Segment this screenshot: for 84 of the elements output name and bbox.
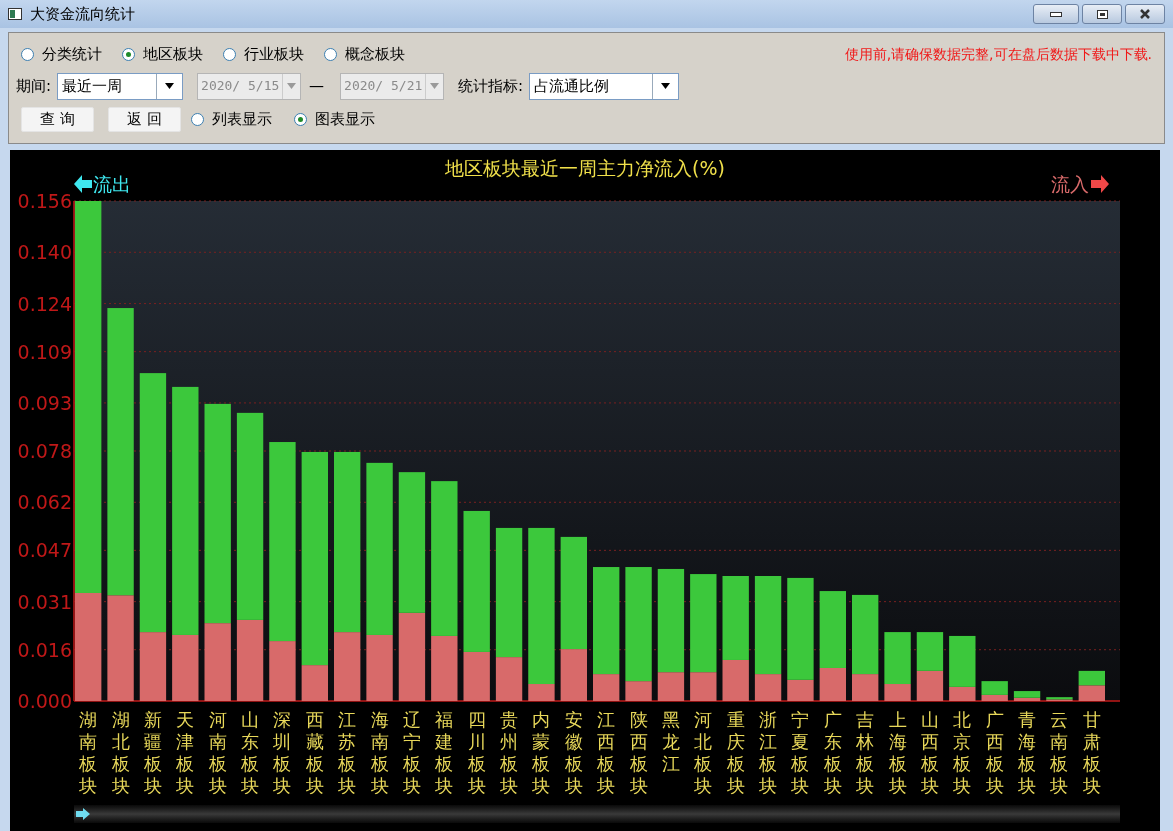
radio-option[interactable]: 列表显示 — [191, 107, 272, 131]
category-label: 贵州板块 — [500, 709, 519, 796]
bar — [1078, 685, 1105, 701]
category-label: 安徽板块 — [564, 709, 583, 796]
date-separator: — — [309, 75, 325, 97]
category-label: 西藏板块 — [305, 709, 324, 796]
app-icon — [8, 8, 22, 20]
radio-option[interactable]: 图表显示 — [294, 107, 375, 131]
metric-label: 统计指标: — [458, 75, 524, 97]
category-label: 陕西板块 — [629, 709, 648, 796]
radio-button[interactable] — [191, 112, 204, 126]
arrow-right-icon[interactable] — [76, 808, 90, 820]
category-label: 湖南板块 — [79, 709, 98, 796]
category-label: 四川板块 — [467, 709, 486, 796]
maximize-icon — [1096, 9, 1108, 19]
period-label: 期间: — [16, 75, 52, 97]
category-label: 北京板块 — [953, 709, 972, 796]
legend-label: 流入 — [1051, 173, 1089, 195]
radio-button[interactable] — [324, 47, 337, 61]
category-label: 广东板块 — [823, 709, 842, 796]
axis-label: 0.062 — [17, 491, 72, 514]
close-button[interactable] — [1125, 4, 1165, 24]
category-label: 辽宁板块 — [402, 709, 421, 796]
radio-button[interactable] — [223, 47, 236, 61]
category-label: 天津板块 — [176, 709, 195, 796]
category-label: 湖北板块 — [111, 709, 130, 796]
category-label: 广西板块 — [985, 709, 1004, 796]
radio-option[interactable]: 地区板块 — [122, 43, 203, 66]
category-label: 内蒙板块 — [532, 709, 551, 796]
category-label: 甘肃板块 — [1082, 709, 1101, 796]
radio-button[interactable] — [122, 47, 135, 61]
axis-label: 0.047 — [17, 539, 72, 562]
axis-label: 0.140 — [17, 241, 72, 264]
category-label: 吉林板块 — [856, 709, 875, 796]
category-label: 福建板块 — [435, 709, 454, 796]
category-label: 宁夏板块 — [791, 709, 810, 796]
radio-option[interactable]: 概念板块 — [324, 43, 405, 66]
category-label: 上海板块 — [888, 709, 907, 796]
category-label: 浙江板块 — [759, 709, 778, 796]
radio-button[interactable] — [21, 47, 34, 61]
category-label: 山西板块 — [920, 709, 939, 796]
action-button[interactable]: 查 询 — [21, 106, 94, 132]
bar — [916, 632, 944, 671]
category-label: 云南板块 — [1050, 709, 1069, 796]
caret-icon — [287, 83, 297, 89]
caret-icon — [165, 83, 175, 89]
scrollbar[interactable] — [74, 805, 1120, 823]
axis-label: 0.016 — [17, 638, 72, 661]
axis-label: 0.156 — [17, 190, 72, 212]
radio-option[interactable]: 行业板块 — [223, 43, 304, 66]
caret-icon — [430, 83, 440, 89]
notice-text: 使用前,请确保数据完整,可在盘后数据下载中下载. — [844, 44, 1152, 64]
axis-label: 0.109 — [17, 340, 72, 363]
axis-label: 0.078 — [17, 440, 72, 462]
category-label: 深圳板块 — [273, 709, 292, 796]
window-title: 大资金流向统计 — [30, 3, 135, 25]
radio-button[interactable] — [294, 112, 307, 126]
axis-label: 0.093 — [17, 391, 72, 414]
maximize-button[interactable] — [1082, 4, 1122, 24]
category-label: 江苏板块 — [338, 709, 357, 796]
caret-icon — [661, 83, 671, 89]
category-label: 黑龙江 — [661, 709, 680, 774]
legend-label: 流出 — [93, 173, 131, 195]
category-label: 河北板块 — [694, 709, 713, 796]
arrow-right-icon — [1091, 175, 1109, 193]
minimize-button[interactable] — [1033, 4, 1079, 24]
metric-dropdown[interactable]: 占流通比例 — [529, 72, 680, 100]
axis-label: 0.031 — [17, 590, 72, 613]
close-icon — [1139, 9, 1151, 19]
category-label: 新疆板块 — [143, 709, 162, 796]
axis-label: 0.124 — [17, 292, 72, 315]
arrow-left-icon — [74, 175, 92, 193]
category-label: 江西板块 — [597, 709, 616, 796]
radio-option[interactable]: 分类统计 — [21, 43, 102, 66]
chart-title: 地区板块最近一周主力净流入(%) — [445, 157, 725, 179]
axis-label: 0.000 — [17, 690, 72, 712]
category-label: 河南板块 — [208, 709, 227, 796]
category-label: 山东板块 — [241, 709, 260, 796]
period-dropdown[interactable]: 最近一周 — [57, 72, 184, 100]
action-button[interactable]: 返 回 — [108, 106, 181, 132]
category-label: 青海板块 — [1018, 709, 1037, 796]
category-label: 海南板块 — [370, 709, 389, 796]
category-label: 重庆板块 — [726, 709, 745, 796]
minimize-icon — [1050, 11, 1062, 17]
